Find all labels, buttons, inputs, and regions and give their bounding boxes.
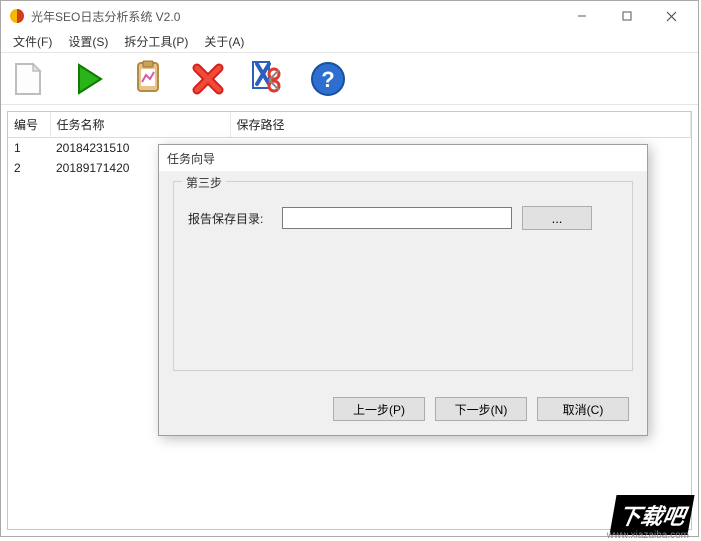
- report-icon[interactable]: [127, 58, 169, 100]
- titlebar: 光年SEO日志分析系统 V2.0: [1, 1, 698, 31]
- save-dir-input[interactable]: [282, 207, 512, 229]
- save-dir-row: 报告保存目录: ...: [188, 206, 618, 230]
- dialog-titlebar[interactable]: 任务向导: [159, 145, 647, 171]
- toolbar: ?: [1, 53, 698, 105]
- cancel-button[interactable]: 取消(C): [537, 397, 629, 421]
- menubar: 文件(F) 设置(S) 拆分工具(P) 关于(A): [1, 31, 698, 53]
- help-icon[interactable]: ?: [307, 58, 349, 100]
- dialog-body: 第三步 报告保存目录: ...: [159, 171, 647, 379]
- cell-id: 1: [8, 138, 50, 159]
- menu-file[interactable]: 文件(F): [5, 31, 60, 52]
- browse-button[interactable]: ...: [522, 206, 592, 230]
- svg-text:?: ?: [321, 67, 334, 92]
- cut-icon[interactable]: [247, 58, 289, 100]
- menu-split[interactable]: 拆分工具(P): [116, 31, 196, 52]
- next-button[interactable]: 下一步(N): [435, 397, 527, 421]
- col-header-name[interactable]: 任务名称: [50, 112, 230, 138]
- close-button[interactable]: [649, 2, 694, 30]
- window-controls: [559, 2, 694, 30]
- dialog-title: 任务向导: [167, 150, 215, 167]
- save-dir-label: 报告保存目录:: [188, 210, 272, 227]
- window-title: 光年SEO日志分析系统 V2.0: [31, 8, 559, 25]
- menu-about[interactable]: 关于(A): [196, 31, 252, 52]
- col-header-id[interactable]: 编号: [8, 112, 50, 138]
- run-icon[interactable]: [67, 58, 109, 100]
- dialog-buttons: 上一步(P) 下一步(N) 取消(C): [333, 397, 629, 421]
- cell-id: 2: [8, 158, 50, 178]
- maximize-button[interactable]: [604, 2, 649, 30]
- step-label: 第三步: [182, 174, 226, 191]
- app-icon: [9, 8, 25, 24]
- new-file-icon[interactable]: [7, 58, 49, 100]
- delete-icon[interactable]: [187, 58, 229, 100]
- minimize-button[interactable]: [559, 2, 604, 30]
- menu-settings[interactable]: 设置(S): [60, 31, 116, 52]
- prev-button[interactable]: 上一步(P): [333, 397, 425, 421]
- col-header-path[interactable]: 保存路径: [230, 112, 691, 138]
- task-wizard-dialog: 任务向导 第三步 报告保存目录: ... 上一步(P) 下一步(N) 取消(C): [158, 144, 648, 436]
- step-fieldset: 第三步 报告保存目录: ...: [173, 181, 633, 371]
